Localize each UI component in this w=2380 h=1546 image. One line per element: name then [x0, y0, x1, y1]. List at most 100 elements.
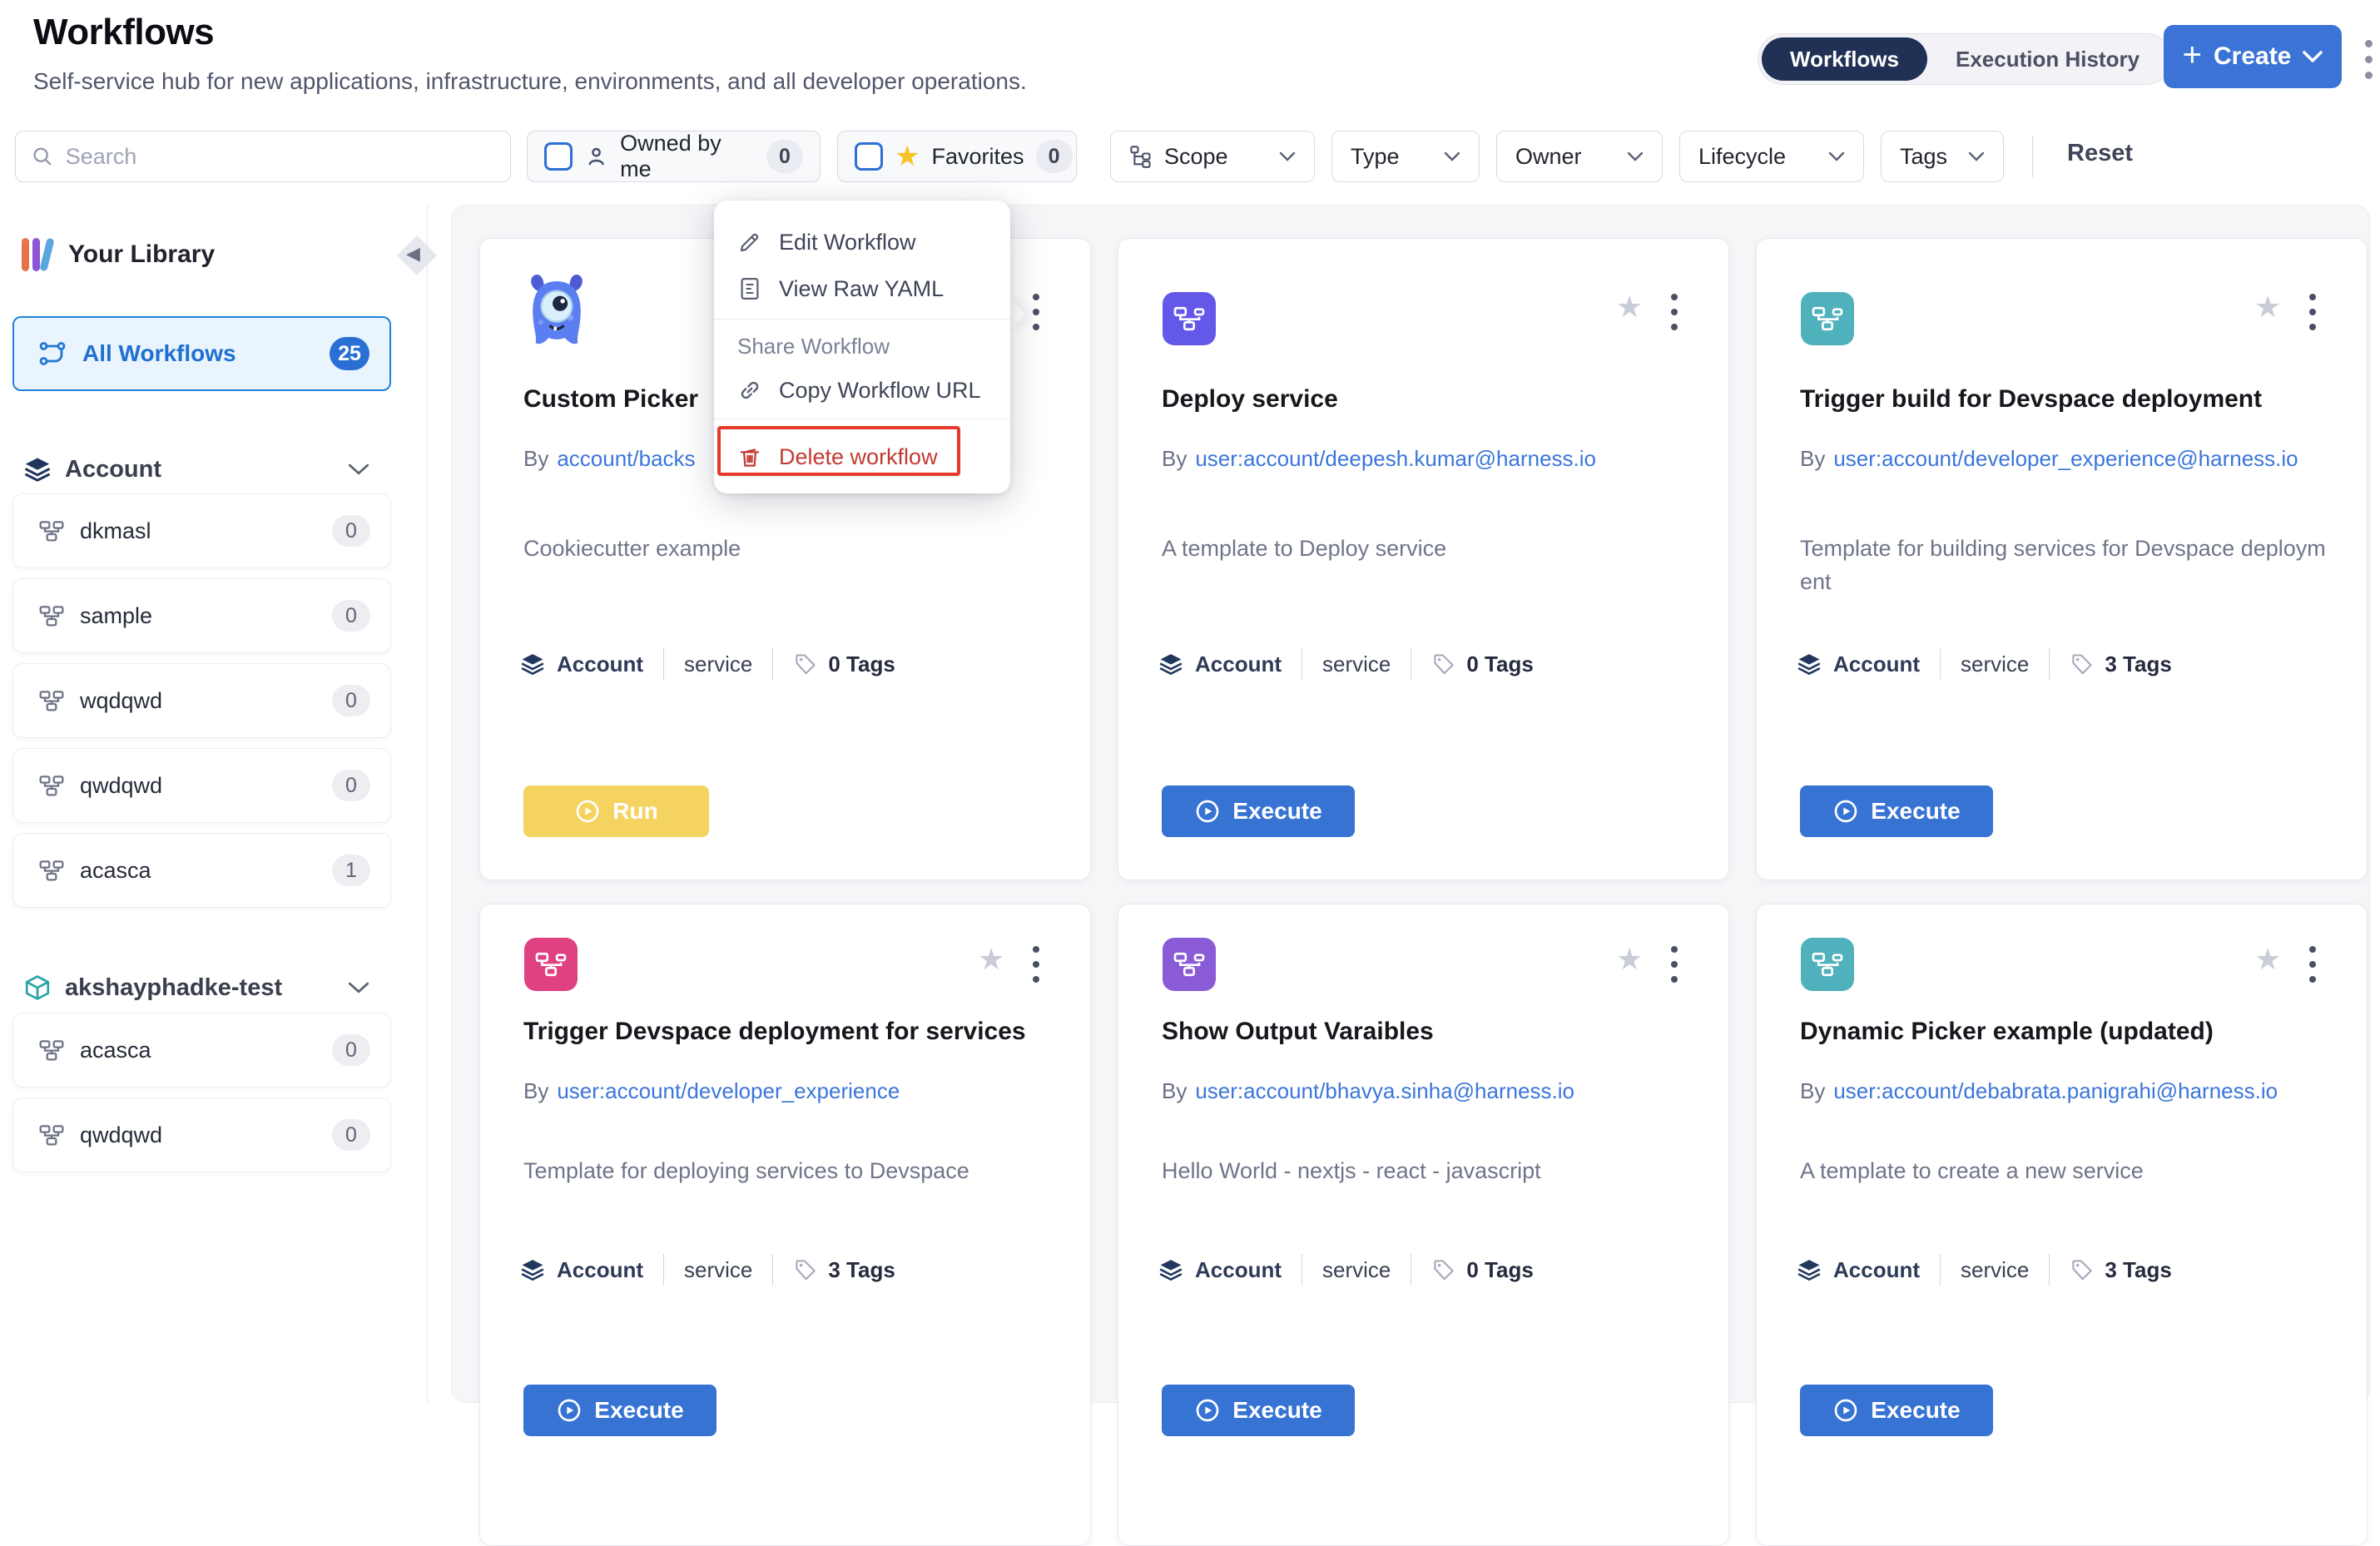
create-button[interactable]: + Create — [2164, 25, 2342, 88]
menu-item-view-raw-yaml[interactable]: View Raw YAML — [714, 267, 1010, 310]
card-meta-row: Account service 3 Tags — [1797, 1254, 2172, 1286]
chevron-down-icon — [1968, 151, 1985, 161]
chevron-down-icon — [348, 982, 369, 994]
favorites-count: 0 — [1036, 140, 1073, 173]
sidebar-group-akshayphadke-test[interactable]: akshayphadke-test — [23, 968, 389, 1008]
card-author: Byuser:account/deepesh.kumar@harness.io — [1162, 442, 1678, 475]
card-kebab-menu[interactable] — [2309, 946, 2316, 983]
collapse-arrow-icon: ◀ — [406, 243, 420, 265]
sidebar-item-dkmasl[interactable]: dkmasl 0 — [12, 493, 391, 568]
sidebar-item-qwdqwd[interactable]: qwdqwd 0 — [12, 748, 391, 823]
card-kebab-menu[interactable] — [1033, 946, 1039, 983]
workflow-tree-icon — [38, 857, 65, 884]
owned-by-me-checkbox[interactable] — [544, 142, 573, 171]
card-kebab-menu[interactable] — [1671, 946, 1678, 983]
library-title: Your Library — [68, 240, 215, 269]
tab-execution-history[interactable]: Execution History — [1927, 37, 2168, 81]
card-scope: Account — [557, 1257, 643, 1283]
run-button[interactable]: Run — [523, 785, 709, 837]
card-kebab-menu[interactable] — [2309, 294, 2316, 330]
layers-icon — [1797, 652, 1822, 676]
execute-button[interactable]: Execute — [1162, 785, 1355, 837]
favorites-label: Favorites — [931, 144, 1024, 170]
tags-dropdown[interactable]: Tags — [1881, 131, 2004, 182]
workflow-card-trigger-devspace[interactable]: ★ Trigger Devspace deployment for servic… — [479, 904, 1091, 1546]
author-link[interactable]: user:account/debabrata.panigrahi@harness… — [1833, 1074, 2278, 1107]
card-tags-count: 0 Tags — [828, 652, 895, 677]
sidebar-collapse-button[interactable]: ◀ — [398, 236, 436, 275]
card-description: A template to create a new service — [1800, 1154, 2328, 1187]
scope-dropdown[interactable]: Scope — [1110, 131, 1315, 182]
workflow-tree-icon — [38, 1037, 65, 1063]
author-link[interactable]: user:account/developer_experience@harnes… — [1833, 442, 2298, 475]
menu-item-edit-workflow[interactable]: Edit Workflow — [714, 221, 1010, 264]
card-tags-count: 3 Tags — [2105, 1257, 2171, 1283]
chevron-down-icon — [1279, 151, 1296, 161]
header-kebab-menu[interactable] — [2360, 35, 2378, 84]
card-tags-count: 0 Tags — [1466, 1257, 1533, 1283]
card-type: service — [684, 652, 752, 677]
chevron-down-icon — [348, 463, 369, 476]
lifecycle-dropdown[interactable]: Lifecycle — [1679, 131, 1864, 182]
card-scope: Account — [1195, 652, 1282, 677]
sidebar-item-acasca-2[interactable]: acasca 0 — [12, 1013, 391, 1088]
favorites-checkbox[interactable] — [855, 142, 883, 171]
layers-icon — [1158, 1257, 1183, 1282]
execute-button[interactable]: Execute — [1800, 785, 1993, 837]
execute-button[interactable]: Execute — [523, 1385, 716, 1436]
favorites-filter[interactable]: ★ Favorites 0 — [837, 131, 1077, 182]
favorite-star-icon[interactable]: ★ — [1616, 292, 1643, 322]
menu-item-copy-workflow-url[interactable]: Copy Workflow URL — [714, 369, 1010, 412]
author-link[interactable]: account/backs — [557, 442, 695, 475]
favorite-star-icon[interactable]: ★ — [978, 944, 1004, 974]
reset-filters-button[interactable]: Reset — [2067, 140, 2133, 167]
card-kebab-menu[interactable] — [1033, 294, 1039, 330]
favorite-star-icon[interactable]: ★ — [1616, 944, 1643, 974]
sidebar-item-qwdqwd-2[interactable]: qwdqwd 0 — [12, 1098, 391, 1172]
workflow-card-dynamic-picker[interactable]: ★ Dynamic Picker example (updated) Byuse… — [1756, 904, 2368, 1546]
workflow-tree-icon — [38, 602, 65, 629]
play-circle-icon — [1832, 1397, 1859, 1424]
library-icon — [22, 238, 53, 271]
sidebar-item-all-workflows[interactable]: All Workflows 25 — [12, 316, 391, 391]
owned-by-me-filter[interactable]: Owned by me 0 — [527, 131, 821, 182]
sidebar-item-wqdqwd[interactable]: wqdqwd 0 — [12, 663, 391, 738]
owner-dropdown[interactable]: Owner — [1496, 131, 1663, 182]
favorite-star-icon[interactable]: ★ — [2254, 292, 2281, 322]
workflow-card-deploy-service[interactable]: ★ Deploy service Byuser:account/deepesh.… — [1118, 238, 1729, 880]
card-scope: Account — [1833, 1257, 1920, 1283]
chevron-down-icon — [1627, 151, 1644, 161]
favorite-star-icon[interactable]: ★ — [2254, 944, 2281, 974]
execute-button[interactable]: Execute — [1800, 1385, 1993, 1436]
author-link[interactable]: user:account/deepesh.kumar@harness.io — [1195, 442, 1596, 475]
star-icon: ★ — [895, 142, 920, 171]
card-title: Trigger build for Devspace deployment — [1800, 385, 2333, 414]
execute-button[interactable]: Execute — [1162, 1385, 1355, 1436]
workflow-tile-icon — [1163, 292, 1216, 345]
sidebar-group-account[interactable]: Account — [23, 449, 389, 489]
card-description: Cookiecutter example — [523, 532, 1051, 565]
menu-section-share-workflow: Share Workflow — [737, 334, 890, 359]
author-link[interactable]: user:account/developer_experience — [557, 1074, 900, 1107]
filter-divider — [2032, 136, 2033, 177]
search-input[interactable] — [66, 144, 495, 170]
menu-item-delete-workflow[interactable]: Delete workflow — [714, 435, 1010, 478]
card-type: service — [684, 1257, 752, 1283]
workflow-card-trigger-build[interactable]: ★ Trigger build for Devspace deployment … — [1756, 238, 2368, 880]
author-link[interactable]: user:account/bhavya.sinha@harness.io — [1195, 1074, 1574, 1107]
tab-workflows[interactable]: Workflows — [1762, 37, 1927, 81]
workflow-card-show-output-variables[interactable]: ★ Show Output Varaibles Byuser:account/b… — [1118, 904, 1729, 1546]
card-title: Deploy service — [1162, 385, 1694, 414]
card-type: service — [1322, 652, 1391, 677]
sidebar-item-acasca[interactable]: acasca 1 — [12, 833, 391, 908]
search-field — [15, 131, 511, 182]
trash-icon — [737, 444, 762, 469]
chevron-down-icon — [1828, 151, 1845, 161]
sidebar-item-sample[interactable]: sample 0 — [12, 578, 391, 653]
card-meta-row: Account service 0 Tags — [520, 648, 895, 680]
menu-divider — [714, 319, 1010, 320]
workflow-tree-icon — [38, 1122, 65, 1148]
card-author: Byuser:account/debabrata.panigrahi@harne… — [1800, 1074, 2316, 1107]
type-dropdown[interactable]: Type — [1331, 131, 1480, 182]
card-kebab-menu[interactable] — [1671, 294, 1678, 330]
